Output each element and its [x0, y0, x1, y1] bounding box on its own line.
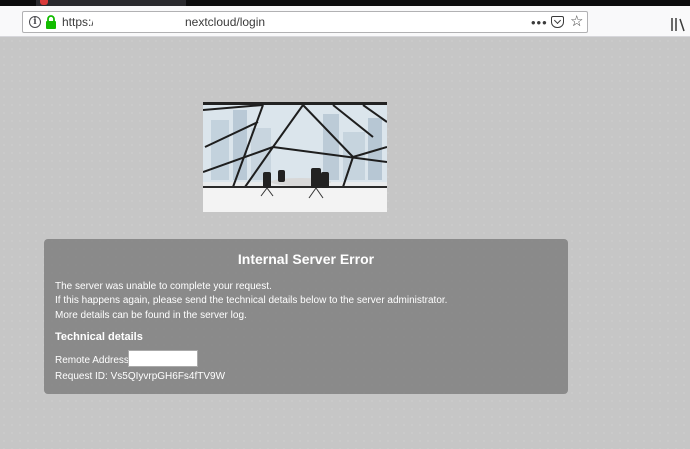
pocket-icon[interactable] [551, 16, 564, 28]
request-id: Request ID: Vs5QIyvrpGH6Fs4fTV9W [55, 371, 226, 382]
remote-address-label: Remote Address: [55, 355, 132, 366]
technical-details-heading: Technical details [55, 331, 143, 343]
remote-address-value [128, 350, 198, 367]
url-text-suffix: nextcloud/login [185, 15, 266, 29]
url-text-prefix: https:/ [62, 15, 95, 29]
error-message-line: If this happens again, please send the t… [55, 295, 448, 306]
lock-icon[interactable] [45, 15, 57, 29]
more-icon[interactable]: ••• [531, 15, 548, 30]
error-box: Internal Server Error The server was una… [44, 239, 568, 394]
error-title: Internal Server Error [237, 251, 375, 267]
header-image [203, 102, 387, 212]
info-icon[interactable]: i [29, 16, 41, 28]
tab-favicon-icon [40, 0, 48, 5]
navigation-bar: i https:/ nextcloud/login ••• ☆ [0, 6, 690, 37]
library-icon[interactable] [670, 16, 686, 32]
star-icon[interactable]: ☆ [570, 13, 583, 31]
page-content: Internal Server Error The server was una… [0, 37, 690, 449]
error-message-line: More details can be found in the server … [55, 310, 247, 321]
url-bar[interactable]: i https:/ nextcloud/login ••• ☆ [22, 11, 588, 33]
error-message-line: The server was unable to complete your r… [55, 281, 272, 292]
